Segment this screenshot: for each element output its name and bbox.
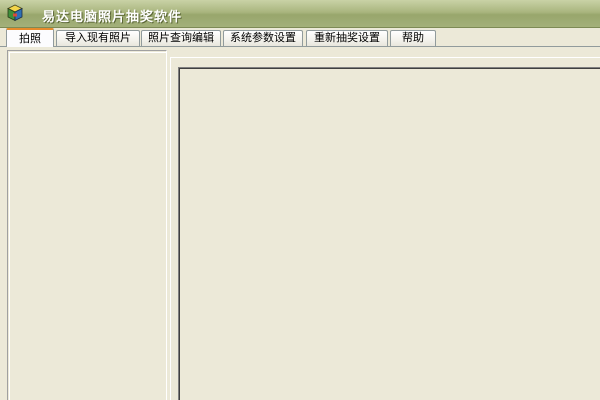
tab-strip: 拍照 导入现有照片 照片查询编辑 系统参数设置 重新抽奖设置 帮助 — [0, 28, 600, 47]
photo-preview-area — [178, 67, 600, 400]
tab-photo[interactable]: 拍照 — [6, 28, 54, 47]
left-panel-inner — [9, 52, 166, 400]
tab-body-border — [0, 46, 600, 47]
left-panel — [7, 50, 167, 400]
tab-import-photos[interactable]: 导入现有照片 — [56, 30, 140, 46]
window-title: 易达电脑照片抽奖软件 — [42, 10, 183, 25]
title-bar[interactable]: 易达电脑照片抽奖软件 — [0, 0, 600, 28]
tab-photo-query-edit[interactable]: 照片查询编辑 — [141, 30, 221, 46]
tab-help[interactable]: 帮助 — [390, 30, 436, 46]
tab-system-settings[interactable]: 系统参数设置 — [223, 30, 303, 46]
app-box-icon[interactable] — [6, 4, 24, 22]
app-window: 易达电脑照片抽奖软件 拍照 导入现有照片 照片查询编辑 系统参数设置 重新抽奖设… — [0, 0, 600, 400]
tab-redraw-settings[interactable]: 重新抽奖设置 — [306, 30, 388, 46]
photo-preview-bevel — [179, 68, 600, 400]
